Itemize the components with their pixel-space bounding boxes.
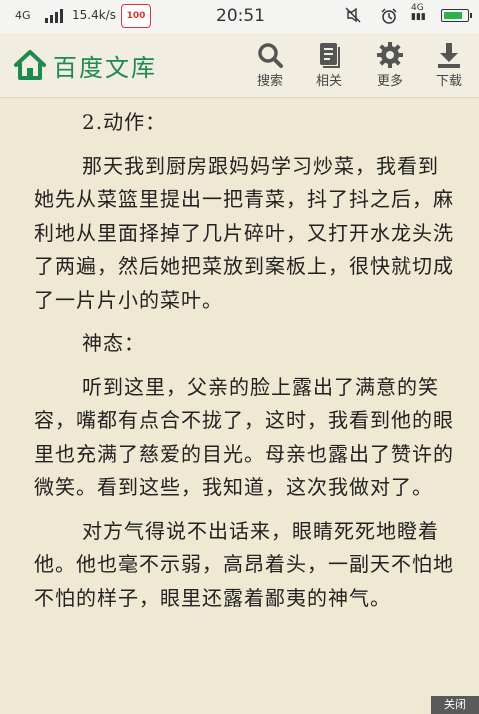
battery-icon <box>441 9 472 22</box>
paragraph: 对方气得说不出话来，眼睛死死地瞪着他。他也毫不示弱，高昂着头，一副天不怕地不怕的… <box>34 518 454 610</box>
status-bar: 4G 15.4k/s 100 20:51 4G ▮▮▮ <box>0 0 479 33</box>
more-button[interactable]: 更多 <box>366 39 414 93</box>
related-button[interactable]: 相关 <box>305 39 353 93</box>
search-button[interactable]: 搜索 <box>246 39 294 93</box>
download-label: 下载 <box>435 74 462 89</box>
document-list-icon <box>320 43 340 68</box>
search-label: 搜索 <box>256 74 283 89</box>
clock: 20:51 <box>216 6 265 26</box>
battery-level <box>444 12 462 19</box>
related-label: 相关 <box>315 74 342 89</box>
alarm-icon <box>381 8 397 24</box>
home-icon <box>14 50 46 80</box>
download-button[interactable]: 下载 <box>425 39 473 93</box>
gear-icon <box>377 42 403 68</box>
paragraph: 听到这里，父亲的脸上露出了满意的笑容，嘴都有点合不拢了，这时，我看到他的眼里也充… <box>34 374 454 500</box>
network-speed: 15.4k/s <box>72 8 116 22</box>
signal-strength-icon: ▮▮▮ <box>411 12 426 22</box>
download-icon <box>438 43 460 68</box>
app-notification-icon: 100 <box>121 4 151 28</box>
more-label: 更多 <box>376 74 403 89</box>
search-icon <box>258 43 283 68</box>
section-heading: 2.动作： <box>82 110 167 134</box>
section-heading: 神态： <box>82 331 145 355</box>
paragraph: 那天我到厨房跟妈妈学习炒菜，我看到她先从菜篮里提出一把青菜，抖了抖之后，麻利地从… <box>34 153 454 312</box>
network-type-secondary: 4G ▮▮▮ <box>411 3 426 22</box>
signal-strength-icon <box>45 9 67 23</box>
document-content: 2.动作： 那天我到厨房跟妈妈学习炒菜，我看到她先从菜篮里提出一把青菜，抖了抖之… <box>34 98 454 615</box>
brand-name: 百度文库 <box>53 53 157 82</box>
mute-icon <box>345 7 361 23</box>
app-header: 百度文库 搜索 相关 更多 下载 <box>0 33 479 98</box>
close-button[interactable]: 关闭 <box>431 696 479 714</box>
network-type: 4G <box>15 9 31 22</box>
app-logo[interactable]: 百度文库 <box>13 48 157 82</box>
